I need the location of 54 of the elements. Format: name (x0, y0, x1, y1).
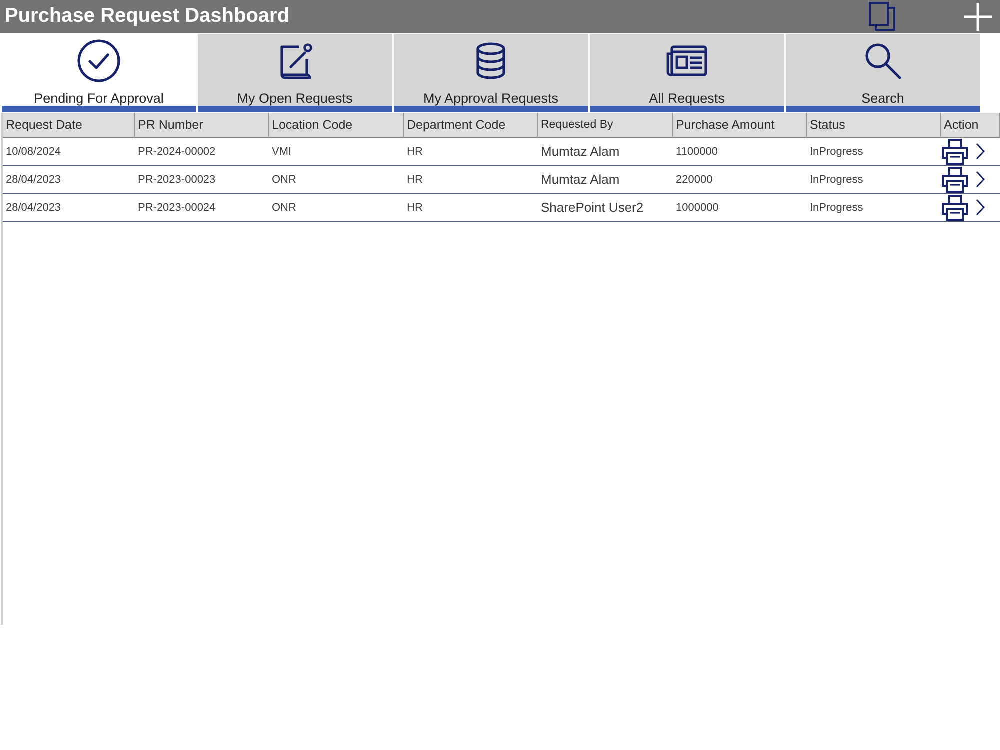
nav-tab[interactable]: My Open Requests (198, 34, 392, 112)
table-cell: 220000 (673, 166, 807, 194)
nav-tab[interactable]: All Requests (590, 34, 784, 112)
copy-icon (869, 2, 896, 31)
column-header: Action (941, 113, 1000, 138)
table-cell: HR (404, 138, 538, 166)
table-cell: PR-2023-00023 (135, 166, 269, 194)
column-header: Requested By (538, 113, 673, 138)
printer-icon (942, 194, 968, 220)
column-header: Request Date (3, 113, 135, 138)
column-header: PR Number (135, 113, 269, 138)
table-cell: 28/04/2023 (3, 166, 135, 194)
chevron-right-icon (976, 143, 985, 160)
table-cell: PR-2023-00024 (135, 194, 269, 222)
table-cell: Mumtaz Alam (538, 166, 673, 194)
table-cell: InProgress (807, 166, 941, 194)
printer-icon (942, 166, 968, 192)
table-cell: SharePoint User2 (538, 194, 673, 222)
chevron-right-icon (976, 171, 985, 188)
open-details-button[interactable] (976, 143, 985, 160)
print-button[interactable] (942, 138, 968, 164)
table-cell: HR (404, 194, 538, 222)
table-cell: 10/08/2024 (3, 138, 135, 166)
table-cell: 1100000 (673, 138, 807, 166)
copy-button[interactable] (869, 2, 896, 31)
table-cell: ONR (269, 194, 404, 222)
search-icon (864, 42, 902, 80)
table-cell: 1000000 (673, 194, 807, 222)
table-cell: ONR (269, 166, 404, 194)
dashboard-title: Purchase Request Dashboard (5, 5, 291, 28)
printer-icon (942, 138, 968, 164)
table-cell: 28/04/2023 (3, 194, 135, 222)
add-button[interactable] (964, 2, 992, 30)
print-button[interactable] (942, 194, 968, 220)
column-header: Purchase Amount (673, 113, 807, 138)
table-cell: Mumtaz Alam (538, 138, 673, 166)
table-cell: InProgress (807, 138, 941, 166)
column-header: Department Code (404, 113, 538, 138)
database-icon (475, 42, 507, 80)
column-header: Location Code (269, 113, 404, 138)
newspaper-icon (666, 45, 708, 77)
table-cell: HR (404, 166, 538, 194)
chevron-right-icon (976, 199, 985, 216)
checkmark-circle-icon (77, 39, 121, 83)
open-details-button[interactable] (976, 171, 985, 188)
print-button[interactable] (942, 166, 968, 192)
nav-tab[interactable]: My Approval Requests (394, 34, 588, 112)
nav-tab[interactable]: Search (786, 34, 980, 112)
plus-icon (964, 2, 992, 30)
table-cell: PR-2024-00002 (135, 138, 269, 166)
column-header: Status (807, 113, 941, 138)
table-cell: VMI (269, 138, 404, 166)
table-cell: InProgress (807, 194, 941, 222)
open-details-button[interactable] (976, 199, 985, 216)
